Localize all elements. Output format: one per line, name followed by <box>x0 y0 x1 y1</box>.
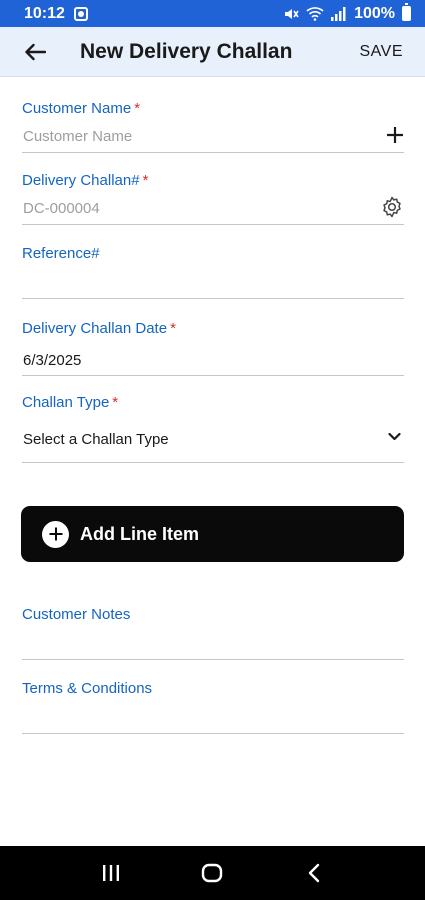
gear-icon[interactable] <box>380 195 404 219</box>
customer-name-field[interactable]: Customer Name * Customer Name <box>22 98 404 153</box>
challan-date-value[interactable]: 6/3/2025 <box>23 352 81 369</box>
delivery-challan-input[interactable]: DC-000004 <box>23 200 100 217</box>
system-nav-bar <box>0 846 425 900</box>
reference-label: Reference# <box>22 245 100 262</box>
signal-icon <box>331 6 346 21</box>
back-arrow-icon <box>25 43 46 60</box>
challan-date-field[interactable]: Delivery Challan Date * 6/3/2025 <box>22 318 404 376</box>
required-marker: * <box>142 172 149 189</box>
battery-percentage: 100% <box>354 4 395 22</box>
customer-notes-label: Customer Notes <box>22 606 131 623</box>
customer-notes-field[interactable]: Customer Notes <box>22 604 404 660</box>
home-icon <box>202 863 223 883</box>
customer-name-input[interactable]: Customer Name <box>23 128 132 145</box>
required-marker: * <box>170 320 176 337</box>
challan-type-label: Challan Type * <box>22 394 119 411</box>
app-bar: New Delivery Challan SAVE <box>0 27 425 77</box>
mute-icon <box>285 8 299 19</box>
recents-button[interactable] <box>91 853 131 893</box>
delivery-challan-field[interactable]: Delivery Challan# * DC-000004 <box>22 170 404 225</box>
recents-icon <box>102 865 119 881</box>
back-icon <box>308 863 320 883</box>
terms-field[interactable]: Terms & Conditions <box>22 678 404 734</box>
status-icons: 100% <box>283 3 411 23</box>
battery-icon <box>402 3 411 21</box>
reference-field[interactable]: Reference# <box>22 243 404 299</box>
delivery-challan-label: Delivery Challan# * <box>22 172 149 189</box>
status-time: 10:12 <box>24 4 65 22</box>
page-title: New Delivery Challan <box>80 39 293 63</box>
challan-type-value[interactable]: Select a Challan Type <box>23 431 169 448</box>
challan-date-label: Delivery Challan Date * <box>22 320 176 337</box>
required-marker: * <box>112 394 119 411</box>
home-button[interactable] <box>192 853 232 893</box>
challan-type-select[interactable]: Challan Type * Select a Challan Type <box>22 392 404 463</box>
status-bar: 10:12 100% <box>0 0 425 27</box>
wifi-icon <box>306 7 324 21</box>
terms-label: Terms & Conditions <box>22 680 153 697</box>
nav-back-button[interactable] <box>294 853 334 893</box>
save-button[interactable]: SAVE <box>360 43 404 61</box>
chevron-down-icon[interactable] <box>388 432 401 441</box>
add-line-item-label: Add Line Item <box>80 523 200 544</box>
plus-icon[interactable] <box>386 126 404 144</box>
back-button[interactable] <box>20 37 50 67</box>
add-line-item-button[interactable]: Add Line Item <box>21 506 404 562</box>
add-circle-icon <box>42 520 69 548</box>
notification-icon <box>73 6 88 21</box>
customer-name-label: Customer Name * <box>22 100 141 117</box>
required-marker: * <box>134 100 141 117</box>
